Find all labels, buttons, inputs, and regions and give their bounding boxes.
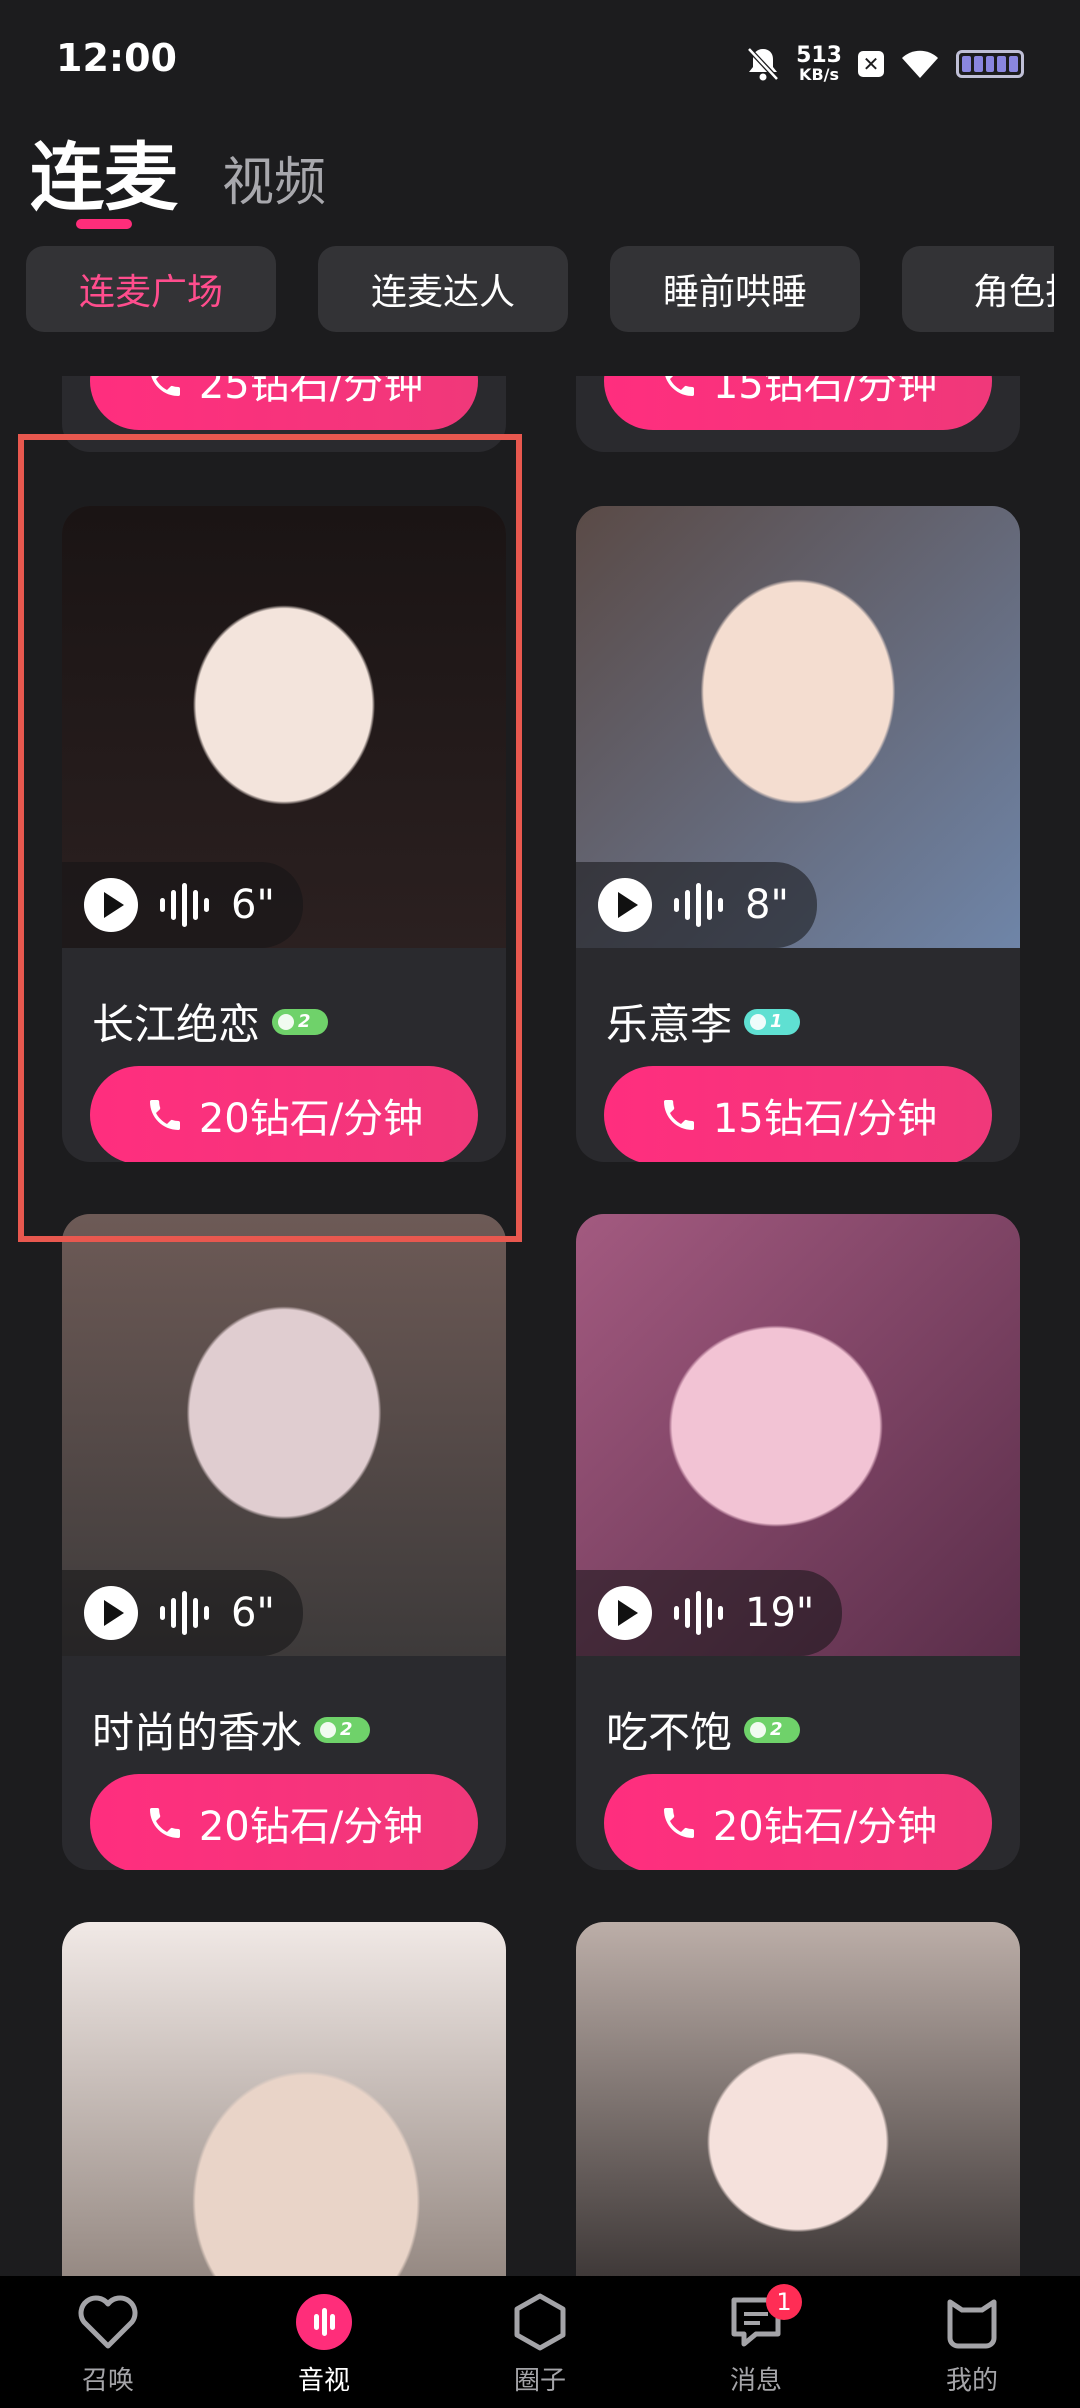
- call-button[interactable]: 20钻石/分钟: [90, 1066, 478, 1162]
- phone-icon: [663, 1100, 694, 1130]
- phone-icon: [151, 376, 180, 396]
- waveform-icon: [674, 1591, 723, 1635]
- waveform-icon: [674, 883, 723, 927]
- play-icon[interactable]: [84, 1586, 138, 1640]
- phone-icon: [149, 1100, 180, 1130]
- call-price: 20钻石/分钟: [712, 1804, 938, 1850]
- hexagon-icon: [508, 2290, 572, 2354]
- waveform-icon: [160, 883, 209, 927]
- nav-label: 消息: [729, 2366, 782, 2396]
- net-speed-unit: KB/s: [799, 65, 840, 84]
- chip-lianmai-square[interactable]: 连麦广场: [26, 246, 276, 332]
- call-price: 15钻石/分钟: [712, 1096, 938, 1142]
- voice-duration: 19": [745, 1590, 815, 1636]
- play-icon[interactable]: [598, 1586, 652, 1640]
- play-icon[interactable]: [84, 878, 138, 932]
- level-badge: 2: [272, 1008, 329, 1035]
- call-button[interactable]: 25钻石/分钟: [90, 376, 478, 430]
- audio-video-icon: [292, 2290, 356, 2354]
- phone-icon: [663, 1808, 694, 1838]
- call-price: 20钻石/分钟: [198, 1804, 424, 1850]
- partial-card-left[interactable]: 25钻石/分钟: [62, 376, 506, 452]
- name-row: 乐意李 1: [606, 991, 801, 1052]
- call-button[interactable]: 20钻石/分钟: [604, 1774, 992, 1870]
- x-app-icon: ✕: [858, 51, 884, 77]
- message-icon: 1: [724, 2284, 802, 2354]
- nav-label: 音视: [297, 2366, 350, 2396]
- host-grid: 25钻石/分钟 15钻石/分钟 6" 长江绝恋 2 20钻石/分钟 8" 乐意李…: [0, 376, 1080, 2276]
- nav-item-circle[interactable]: 圈子: [432, 2276, 648, 2408]
- host-card[interactable]: 8" 乐意李 1 15钻石/分钟: [576, 506, 1020, 1162]
- level-badge: 2: [744, 1716, 801, 1743]
- host-name: 乐意李: [606, 1000, 733, 1049]
- voice-duration: 8": [745, 882, 789, 928]
- header-tabs: 连麦 视频: [30, 115, 326, 229]
- active-tab-indicator: [76, 219, 132, 229]
- bottom-nav: 召唤 音视 圈子 1 消息 我的: [0, 2276, 1080, 2408]
- waveform-icon: [160, 1591, 209, 1635]
- level-badge: 1: [744, 1008, 801, 1035]
- net-speed: 513 KB/s: [796, 45, 842, 83]
- status-time: 12:00: [56, 36, 177, 80]
- nav-item-me[interactable]: 我的: [864, 2276, 1080, 2408]
- chip-roleplay[interactable]: 角色扮: [902, 246, 1054, 332]
- voice-intro[interactable]: 6": [62, 1570, 303, 1656]
- status-bar: 12:00 513 KB/s ✕: [0, 0, 1080, 120]
- tab-video[interactable]: 视频: [222, 157, 326, 215]
- category-chips: 连麦广场 连麦达人 睡前哄睡 角色扮: [26, 246, 1054, 332]
- call-price: 20钻石/分钟: [198, 1096, 424, 1142]
- status-icons: 513 KB/s ✕: [746, 40, 1024, 88]
- host-name: 时尚的香水: [92, 1708, 303, 1757]
- name-row: 长江绝恋 2: [92, 991, 329, 1052]
- gem-icon: [278, 1013, 295, 1030]
- voice-duration: 6": [231, 882, 275, 928]
- host-name: 长江绝恋: [92, 1000, 261, 1049]
- voice-duration: 6": [231, 1590, 275, 1636]
- phone-icon: [149, 1808, 180, 1838]
- voice-intro[interactable]: 6": [62, 862, 303, 948]
- host-photo: [576, 1922, 1020, 2276]
- unread-badge: 1: [766, 2284, 802, 2320]
- nav-label: 我的: [945, 2366, 998, 2396]
- host-card[interactable]: 19" 吃不饱 2 20钻石/分钟: [576, 1214, 1020, 1870]
- call-button[interactable]: 15钻石/分钟: [604, 1066, 992, 1162]
- voice-intro[interactable]: 8": [576, 862, 817, 948]
- name-row: 吃不饱 2: [606, 1699, 801, 1760]
- host-card[interactable]: [62, 1922, 506, 2276]
- net-speed-value: 513: [796, 43, 842, 68]
- bell-muted-icon: [747, 47, 779, 81]
- name-row: 时尚的香水 2: [92, 1699, 371, 1760]
- gem-icon: [750, 1721, 767, 1738]
- host-card[interactable]: 6" 长江绝恋 2 20钻石/分钟: [62, 506, 506, 1162]
- host-photo: [62, 1922, 506, 2276]
- profile-cat-icon: [940, 2290, 1004, 2354]
- call-button[interactable]: 20钻石/分钟: [90, 1774, 478, 1870]
- host-card[interactable]: 6" 时尚的香水 2 20钻石/分钟: [62, 1214, 506, 1870]
- phone-icon: [665, 376, 694, 396]
- gem-icon: [750, 1013, 767, 1030]
- wifi-icon: [902, 50, 938, 78]
- chip-lianmai-expert[interactable]: 连麦达人: [318, 246, 568, 332]
- play-icon[interactable]: [598, 878, 652, 932]
- tab-lianmai-label: 连麦: [30, 135, 178, 221]
- host-name: 吃不饱: [606, 1708, 733, 1757]
- nav-item-messages[interactable]: 1 消息: [648, 2276, 864, 2408]
- gem-icon: [320, 1721, 337, 1738]
- call-price: 25钻石/分钟: [198, 376, 424, 408]
- tab-lianmai[interactable]: 连麦: [30, 141, 178, 229]
- voice-intro[interactable]: 19": [576, 1570, 843, 1656]
- partial-card-right[interactable]: 15钻石/分钟: [576, 376, 1020, 452]
- level-badge: 2: [314, 1716, 371, 1743]
- nav-label: 召唤: [81, 2366, 134, 2396]
- call-button[interactable]: 15钻石/分钟: [604, 376, 992, 430]
- chip-bedtime[interactable]: 睡前哄睡: [610, 246, 860, 332]
- heart-icon: [76, 2290, 140, 2354]
- host-card[interactable]: [576, 1922, 1020, 2276]
- call-price: 15钻石/分钟: [712, 376, 938, 408]
- battery-icon: [956, 50, 1024, 78]
- nav-item-audio-video[interactable]: 音视: [216, 2276, 432, 2408]
- nav-label: 圈子: [513, 2366, 566, 2396]
- nav-item-summon[interactable]: 召唤: [0, 2276, 216, 2408]
